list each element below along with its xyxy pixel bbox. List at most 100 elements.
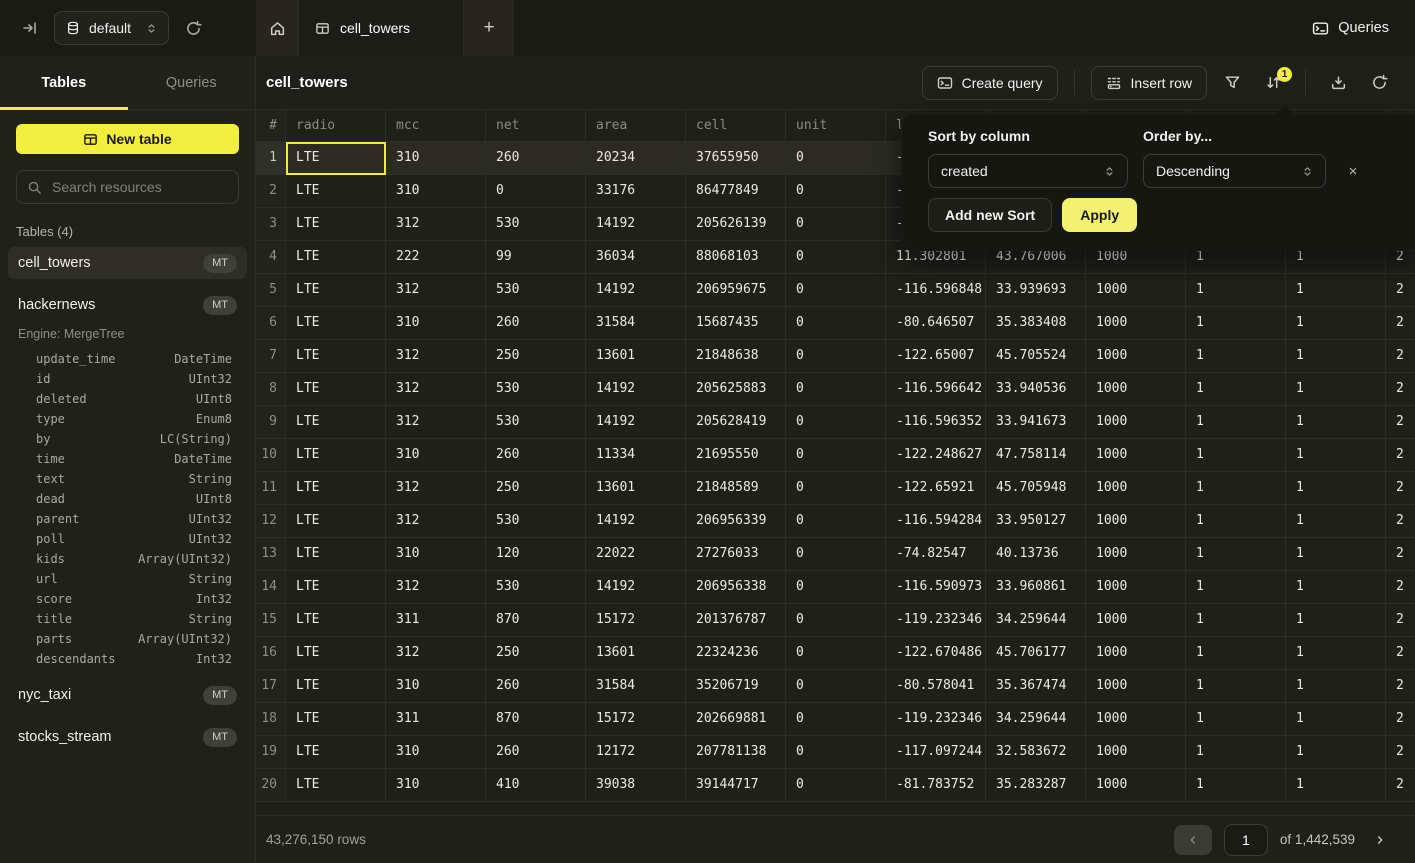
table-cell[interactable]: 2: [1386, 274, 1415, 307]
table-cell[interactable]: 250: [486, 472, 586, 505]
table-cell[interactable]: 14192: [586, 505, 686, 538]
table-cell[interactable]: 260: [486, 736, 586, 769]
table-cell[interactable]: 34.259644: [986, 604, 1086, 637]
table-cell[interactable]: 1: [1286, 307, 1386, 340]
sort-button[interactable]: 1: [1257, 66, 1289, 100]
table-cell[interactable]: 1: [1286, 505, 1386, 538]
table-cell[interactable]: -116.596848: [886, 274, 986, 307]
row-number[interactable]: 9: [256, 406, 286, 439]
table-cell[interactable]: 260: [486, 439, 586, 472]
row-number[interactable]: 11: [256, 472, 286, 505]
table-cell[interactable]: 13601: [586, 472, 686, 505]
table-cell[interactable]: 0: [786, 703, 886, 736]
create-query-button[interactable]: Create query: [922, 66, 1058, 100]
table-cell[interactable]: 312: [386, 406, 486, 439]
table-cell[interactable]: 1: [1186, 604, 1286, 637]
table-cell[interactable]: 1000: [1086, 505, 1186, 538]
table-cell[interactable]: LTE: [286, 307, 386, 340]
table-cell[interactable]: 0: [786, 439, 886, 472]
table-cell[interactable]: 11334: [586, 439, 686, 472]
table-cell[interactable]: 1: [1286, 604, 1386, 637]
table-cell[interactable]: 1000: [1086, 571, 1186, 604]
table-cell[interactable]: LTE: [286, 241, 386, 274]
table-cell[interactable]: 1: [1286, 538, 1386, 571]
table-cell[interactable]: 2: [1386, 769, 1415, 802]
table-cell[interactable]: -122.65007: [886, 340, 986, 373]
table-cell[interactable]: 312: [386, 505, 486, 538]
table-cell[interactable]: 45.706177: [986, 637, 1086, 670]
table-cell[interactable]: 120: [486, 538, 586, 571]
table-cell[interactable]: 1: [1186, 505, 1286, 538]
table-cell[interactable]: 311: [386, 604, 486, 637]
table-cell[interactable]: 1: [1286, 670, 1386, 703]
table-cell[interactable]: 310: [386, 769, 486, 802]
collapse-sidebar-button[interactable]: [22, 20, 38, 36]
table-cell[interactable]: 14192: [586, 406, 686, 439]
table-cell[interactable]: -119.232346: [886, 604, 986, 637]
table-cell[interactable]: 1000: [1086, 439, 1186, 472]
table-cell[interactable]: 310: [386, 175, 486, 208]
row-number[interactable]: 14: [256, 571, 286, 604]
table-cell[interactable]: 0: [486, 175, 586, 208]
refresh-table-button[interactable]: [1363, 66, 1395, 100]
table-cell[interactable]: 1: [1186, 340, 1286, 373]
column-header[interactable]: cell: [686, 110, 786, 142]
table-cell[interactable]: 1: [1286, 769, 1386, 802]
database-selector[interactable]: default: [54, 11, 169, 45]
row-number[interactable]: 16: [256, 637, 286, 670]
table-cell[interactable]: 205625883: [686, 373, 786, 406]
table-cell[interactable]: LTE: [286, 406, 386, 439]
row-number[interactable]: 6: [256, 307, 286, 340]
table-cell[interactable]: 2: [1386, 736, 1415, 769]
sort-order-select[interactable]: Descending: [1143, 154, 1326, 188]
table-cell[interactable]: -116.594284: [886, 505, 986, 538]
table-cell[interactable]: -117.097244: [886, 736, 986, 769]
table-cell[interactable]: 530: [486, 505, 586, 538]
table-cell[interactable]: -116.596642: [886, 373, 986, 406]
table-cell[interactable]: 37655950: [686, 142, 786, 175]
table-cell[interactable]: 1: [1186, 274, 1286, 307]
table-cell[interactable]: 0: [786, 472, 886, 505]
table-cell[interactable]: 312: [386, 274, 486, 307]
table-cell[interactable]: 88068103: [686, 241, 786, 274]
table-cell[interactable]: 260: [486, 307, 586, 340]
next-page-button[interactable]: [1367, 832, 1393, 848]
table-cell[interactable]: 0: [786, 604, 886, 637]
row-number[interactable]: 1: [256, 142, 286, 175]
table-cell[interactable]: 1: [1286, 703, 1386, 736]
new-table-button[interactable]: New table: [16, 124, 239, 154]
table-cell[interactable]: 31584: [586, 670, 686, 703]
table-cell[interactable]: 35206719: [686, 670, 786, 703]
table-cell[interactable]: 1: [1286, 571, 1386, 604]
sidebar-tab-tables[interactable]: Tables: [0, 56, 128, 109]
table-cell[interactable]: -81.783752: [886, 769, 986, 802]
table-cell[interactable]: 2: [1386, 604, 1415, 637]
table-cell[interactable]: 0: [786, 769, 886, 802]
table-cell[interactable]: 45.705524: [986, 340, 1086, 373]
table-cell[interactable]: 870: [486, 703, 586, 736]
table-cell[interactable]: 312: [386, 340, 486, 373]
table-cell[interactable]: 1: [1186, 637, 1286, 670]
table-cell[interactable]: 1000: [1086, 703, 1186, 736]
table-cell[interactable]: 36034: [586, 241, 686, 274]
table-cell[interactable]: 1: [1186, 439, 1286, 472]
table-cell[interactable]: 0: [786, 670, 886, 703]
table-cell[interactable]: 0: [786, 307, 886, 340]
table-cell[interactable]: -122.670486: [886, 637, 986, 670]
table-cell[interactable]: 310: [386, 538, 486, 571]
add-new-sort-button[interactable]: Add new Sort: [928, 198, 1052, 232]
table-cell[interactable]: 1000: [1086, 340, 1186, 373]
table-cell[interactable]: 1000: [1086, 373, 1186, 406]
prev-page-button[interactable]: [1174, 825, 1212, 855]
sidebar-item-hackernews[interactable]: hackernews MT: [8, 289, 247, 321]
table-cell[interactable]: 1: [1186, 406, 1286, 439]
row-number[interactable]: 8: [256, 373, 286, 406]
table-cell[interactable]: 1000: [1086, 472, 1186, 505]
table-cell[interactable]: 1000: [1086, 637, 1186, 670]
table-cell[interactable]: 1: [1186, 538, 1286, 571]
insert-row-button[interactable]: Insert row: [1091, 66, 1207, 100]
column-header[interactable]: mcc: [386, 110, 486, 142]
table-cell[interactable]: 33.960861: [986, 571, 1086, 604]
table-cell[interactable]: 2: [1386, 505, 1415, 538]
row-number[interactable]: 7: [256, 340, 286, 373]
